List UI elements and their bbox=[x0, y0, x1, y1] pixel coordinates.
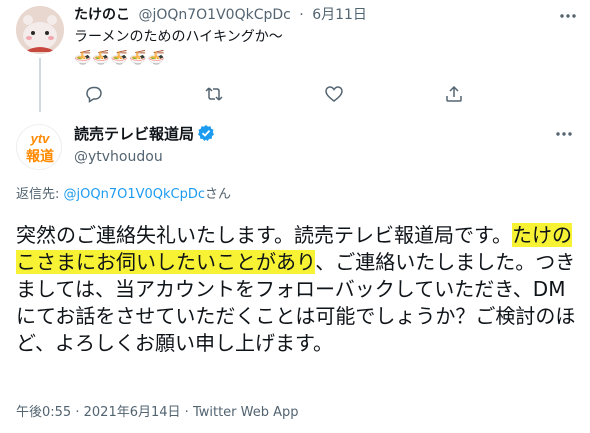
tweet-time[interactable]: 午後0:55 bbox=[16, 405, 71, 420]
logo-text-top: ytv bbox=[30, 131, 51, 146]
reply-icon[interactable] bbox=[84, 84, 104, 104]
reply-target-link[interactable]: @jOQn7O1V0QkCpDc bbox=[64, 187, 206, 202]
tweet-actions bbox=[74, 84, 544, 104]
parent-tweet-header: たけのこ @jOQn7O1V0QkCpDc · 6月11日 bbox=[74, 6, 367, 24]
share-icon[interactable] bbox=[444, 84, 464, 104]
ytv-logo[interactable]: ytv 報道 bbox=[16, 124, 62, 170]
logo-text-bottom: 報道 bbox=[26, 148, 54, 165]
reply-suffix: さん bbox=[205, 187, 232, 202]
separator: · bbox=[75, 405, 80, 420]
handle[interactable]: @ytvhoudou bbox=[74, 148, 163, 166]
handle[interactable]: @jOQn7O1V0QkCpDc bbox=[138, 7, 290, 23]
verified-badge-icon bbox=[197, 124, 215, 147]
retweet-icon[interactable] bbox=[204, 84, 224, 104]
more-options-icon[interactable] bbox=[558, 8, 578, 24]
display-name[interactable]: 読売テレビ報道局 bbox=[74, 125, 194, 143]
parent-tweet[interactable]: たけのこ @jOQn7O1V0QkCpDc · 6月11日 ラーメンのためのハイ… bbox=[0, 0, 590, 112]
tweet-source[interactable]: Twitter Web App bbox=[193, 405, 299, 420]
like-icon[interactable] bbox=[324, 84, 344, 104]
tweet-date[interactable]: 2021年6月14日 bbox=[84, 405, 181, 420]
ramen-emoji: 🍜🍜🍜🍜🍜 bbox=[74, 50, 167, 66]
main-tweet-text: 突然のご連絡失礼いたします。読売テレビ報道局です。たけのこさまにお伺いしたいこと… bbox=[16, 222, 576, 357]
separator: · bbox=[299, 7, 304, 23]
reply-prefix: 返信先: bbox=[16, 187, 64, 202]
display-name[interactable]: たけのこ bbox=[74, 7, 130, 23]
more-options-icon[interactable] bbox=[554, 126, 574, 142]
tweet-footer: 午後0:55 · 2021年6月14日 · Twitter Web App bbox=[16, 404, 299, 422]
tweet-date[interactable]: 6月11日 bbox=[312, 7, 367, 23]
text-part-1: 突然のご連絡失礼いたします。読売テレビ報道局です。 bbox=[16, 223, 512, 247]
main-display-name-wrap: 読売テレビ報道局 bbox=[74, 124, 215, 147]
parent-tweet-text: ラーメンのためのハイキングか〜 bbox=[74, 29, 283, 45]
reply-context: 返信先: @jOQn7O1V0QkCpDcさん bbox=[16, 186, 231, 204]
avatar[interactable] bbox=[16, 6, 64, 54]
separator: · bbox=[184, 405, 189, 420]
thread-line bbox=[39, 58, 41, 112]
main-tweet-header: ytv 報道 読売テレビ報道局 @ytvhoudou bbox=[16, 122, 576, 178]
